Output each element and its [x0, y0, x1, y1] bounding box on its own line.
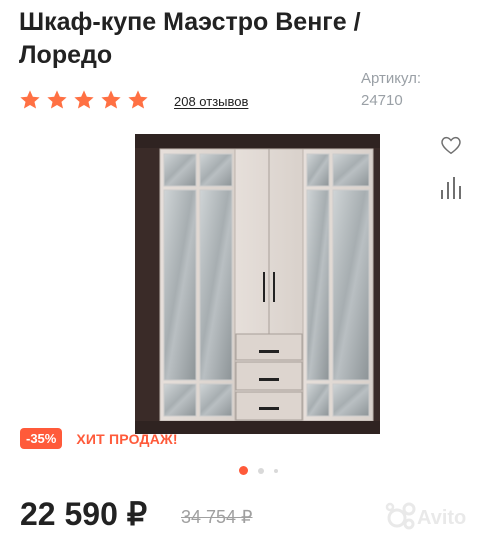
avito-watermark: Avito	[385, 502, 466, 530]
old-price: 34 754 ₽	[181, 507, 253, 527]
product-badges: -35% ХИТ ПРОДАЖ!	[20, 428, 178, 449]
bestseller-label: ХИТ ПРОДАЖ!	[76, 430, 178, 447]
watermark-text: Avito	[417, 507, 466, 529]
star-icon	[20, 90, 40, 109]
article-label: Артикул:	[361, 70, 422, 87]
product-title: Шкаф-купе Маэстро Венге / Лоредо	[19, 8, 361, 69]
rating-stars	[19, 89, 149, 111]
gallery-dot-active[interactable]	[239, 466, 248, 475]
compare-icon[interactable]	[440, 176, 462, 200]
gallery-pagination[interactable]	[239, 466, 278, 475]
star-icon	[47, 90, 67, 109]
gallery-dot[interactable]	[258, 467, 264, 474]
product-image[interactable]	[135, 134, 380, 434]
article-number: 24710	[361, 92, 403, 109]
star-icon	[74, 90, 94, 109]
reviews-link[interactable]: 208 отзывов	[174, 94, 248, 109]
current-price: 22 590 ₽	[20, 496, 148, 532]
star-icon	[128, 90, 148, 109]
heart-icon[interactable]	[440, 134, 462, 156]
discount-badge: -35%	[20, 428, 63, 449]
star-icon	[101, 90, 121, 109]
gallery-dot[interactable]	[274, 468, 278, 473]
